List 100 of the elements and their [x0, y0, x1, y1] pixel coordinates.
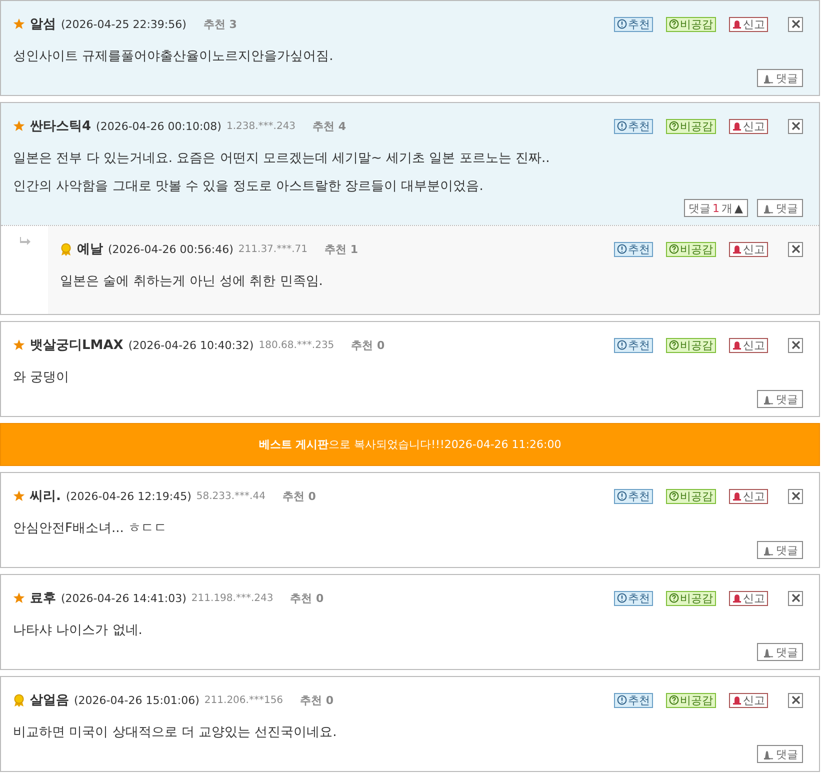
question-icon — [669, 244, 679, 254]
timestamp: (2026-04-26 10:40:32) — [128, 338, 254, 352]
ip-address: 211.198.***.243 — [191, 592, 274, 604]
timestamp: (2026-04-25 22:39:56) — [61, 18, 186, 30]
dislike-button[interactable]: 비공감 — [666, 16, 716, 32]
comment-text: 와 궁댕이 — [13, 369, 70, 387]
comment-text: 일본은 술에 취하는게 아닌 성에 취한 민족임. — [60, 273, 324, 291]
close-icon — [790, 19, 800, 29]
recommend-button[interactable]: 추천 — [614, 338, 653, 352]
question-icon — [669, 593, 679, 603]
dislike-button[interactable]: 비공감 — [666, 338, 716, 352]
siren-icon — [732, 244, 742, 254]
nickname[interactable]: 료후 — [30, 589, 56, 607]
timestamp: (2026-04-26 00:56:46) — [108, 242, 234, 256]
report-button[interactable]: 신고 — [729, 16, 768, 32]
recommend-count: 추천 1 — [324, 242, 358, 256]
exclamation-icon — [617, 695, 627, 705]
comment-text: 안심안전F배소녀... ㅎㄷㄷ — [13, 520, 168, 538]
dislike-button[interactable]: 비공감 — [666, 118, 716, 134]
reply-button[interactable]: 댓글 — [757, 745, 803, 763]
siren-icon — [732, 19, 742, 29]
close-button[interactable] — [788, 692, 803, 708]
report-button[interactable]: 신고 — [729, 488, 768, 504]
ip-address: 180.68.***.235 — [258, 340, 334, 350]
recommend-button[interactable]: 추천 — [614, 118, 653, 134]
timestamp: (2026-04-26 00:10:08) — [96, 120, 222, 132]
notice-banner: 베스트 게시판으로 복사되었습니다!!!2026-04-26 11:26:00 — [0, 423, 820, 466]
ip-address: 211.37.***.71 — [238, 244, 308, 254]
siren-icon — [732, 593, 742, 603]
timestamp: (2026-04-26 12:19:45) — [66, 490, 192, 502]
dislike-button[interactable]: 비공감 — [666, 590, 716, 606]
question-icon — [669, 491, 679, 501]
recommend-button[interactable]: 추천 — [614, 488, 653, 504]
exclamation-icon — [617, 491, 627, 501]
ip-address: 1.238.***.243 — [226, 120, 296, 132]
timestamp: (2026-04-26 15:01:06) — [74, 694, 200, 706]
replies-toggle[interactable]: 댓글 1 개 ▲ — [684, 199, 748, 217]
timestamp: (2026-04-26 14:41:03) — [61, 592, 186, 604]
recommend-count: 추천 3 — [203, 16, 237, 32]
nickname[interactable]: 살얼음 — [30, 691, 69, 709]
reply-button[interactable]: 댓글 — [757, 541, 803, 559]
question-icon — [669, 19, 679, 29]
close-button[interactable] — [788, 488, 803, 504]
recommend-count: 추천 0 — [290, 590, 324, 606]
exclamation-icon — [617, 593, 627, 603]
reply-button[interactable]: 댓글 — [757, 69, 803, 87]
exclamation-icon — [617, 19, 627, 29]
recommend-button[interactable]: 추천 — [614, 242, 653, 256]
close-icon — [790, 121, 800, 131]
exclamation-icon — [617, 244, 627, 254]
report-button[interactable]: 신고 — [729, 692, 768, 708]
siren-icon — [732, 121, 742, 131]
comment-text: 일본은 전부 다 있는거네요. 요즘은 어떤지 모르겠는데 세기말~ 세기초 일본 포르노는 진짜.. — [13, 150, 551, 168]
recommend-button[interactable]: 추천 — [614, 692, 653, 708]
comment-text: 비교하면 미국이 상대적으로 더 교양있는 선진국이네요. — [13, 724, 338, 742]
report-button[interactable]: 신고 — [729, 338, 768, 352]
close-icon — [790, 244, 800, 254]
recommend-count: 추천 0 — [282, 488, 316, 504]
dislike-button[interactable]: 비공감 — [666, 692, 716, 708]
nickname[interactable]: 예날 — [77, 240, 103, 258]
comment-text: 인간의 사악함을 그대로 맛볼 수 있을 정도로 아스트랄한 장르들이 대부분이었음. — [13, 178, 484, 196]
reply-button[interactable]: 댓글 — [757, 643, 803, 661]
exclamation-icon — [617, 340, 627, 350]
close-icon — [790, 695, 800, 705]
close-icon — [790, 340, 800, 350]
recommend-count: 추천 4 — [312, 118, 346, 134]
report-button[interactable]: 신고 — [729, 242, 768, 256]
close-icon — [790, 491, 800, 501]
close-button[interactable] — [788, 16, 803, 32]
recommend-button[interactable]: 추천 — [614, 590, 653, 606]
siren-icon — [732, 491, 742, 501]
comment-text: 나타샤 나이스가 없네. — [13, 622, 144, 640]
question-icon — [669, 340, 679, 350]
close-button[interactable] — [788, 242, 803, 256]
reply-arrow-icon — [18, 236, 30, 246]
recommend-count: 추천 0 — [300, 692, 334, 708]
report-button[interactable]: 신고 — [729, 590, 768, 606]
nickname[interactable]: 알섬 — [30, 15, 56, 33]
nickname[interactable]: 싼타스틱4 — [30, 117, 92, 135]
question-icon — [669, 695, 679, 705]
exclamation-icon — [617, 121, 627, 131]
dislike-button[interactable]: 비공감 — [666, 242, 716, 256]
close-button[interactable] — [788, 338, 803, 352]
comment-text: 성인사이트 규제를풀어야출산율이노르지안을가싶어짐. — [13, 48, 334, 66]
question-icon — [669, 121, 679, 131]
reply-button[interactable]: 댓글 — [757, 390, 803, 408]
ip-address: 211.206.***156 — [204, 694, 284, 706]
siren-icon — [732, 695, 742, 705]
report-button[interactable]: 신고 — [729, 118, 768, 134]
nickname[interactable]: 씨리. — [30, 487, 61, 505]
close-icon — [790, 593, 800, 603]
recommend-count: 추천 0 — [351, 338, 385, 352]
nickname[interactable]: 뱃살궁디LMAX — [30, 336, 124, 354]
dislike-button[interactable]: 비공감 — [666, 488, 716, 504]
recommend-button[interactable]: 추천 — [614, 16, 653, 32]
reply-button[interactable]: 댓글 — [757, 199, 803, 217]
ip-address: 58.233.***.44 — [196, 490, 266, 502]
close-button[interactable] — [788, 590, 803, 606]
close-button[interactable] — [788, 118, 803, 134]
siren-icon — [732, 340, 742, 350]
